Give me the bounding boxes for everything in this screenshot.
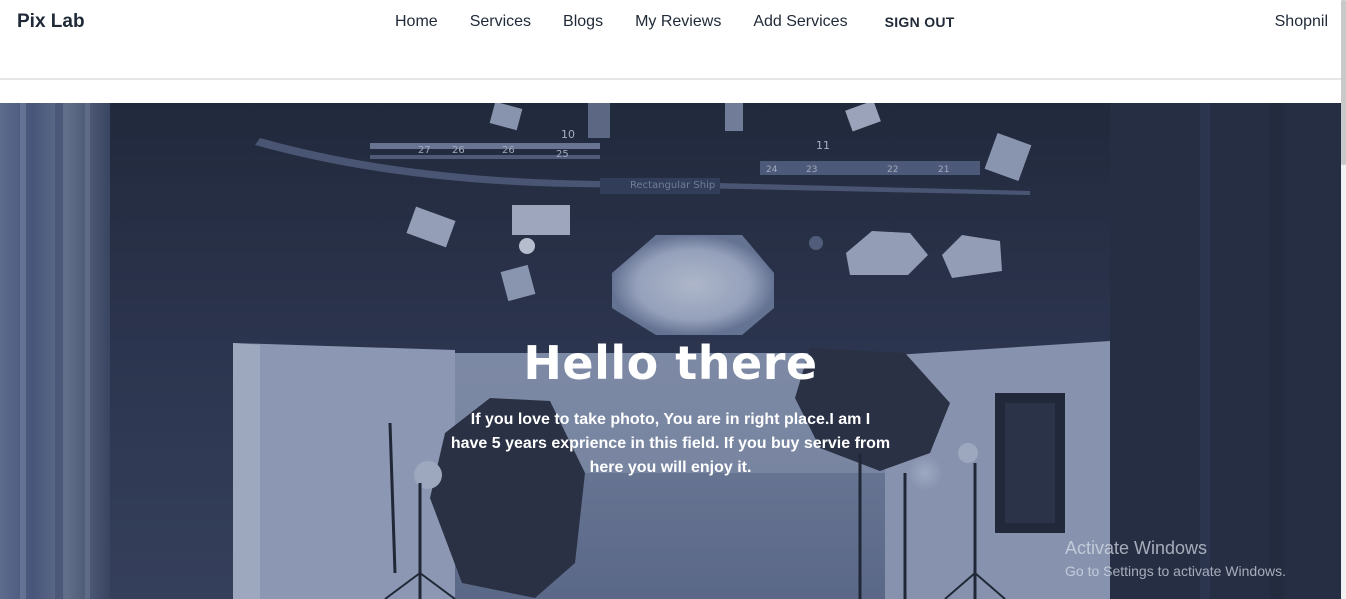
hero-banner: 27 26 26 25 10 11 24 23 22 21 Rectangula…: [0, 103, 1341, 599]
hero-description: If you love to take photo, You are in ri…: [450, 411, 891, 476]
nav-my-reviews[interactable]: My Reviews: [635, 13, 721, 31]
nav-home[interactable]: Home: [395, 13, 438, 31]
nav-blogs[interactable]: Blogs: [563, 13, 603, 31]
nav-add-services[interactable]: Add Services: [753, 13, 847, 31]
scrollbar-thumb[interactable]: [1341, 0, 1346, 165]
brand-logo[interactable]: Pix Lab: [17, 11, 85, 33]
activate-windows-watermark: Activate Windows Go to Settings to activ…: [1065, 538, 1286, 579]
hero-content: Hello there If you love to take photo, Y…: [0, 332, 1341, 480]
sign-out-button[interactable]: SIGN OUT: [885, 14, 955, 30]
user-name[interactable]: Shopnil: [1275, 13, 1328, 31]
watermark-subtitle: Go to Settings to activate Windows.: [1065, 563, 1286, 579]
hero-title: Hello there: [523, 336, 818, 390]
page-scrollbar[interactable]: [1341, 0, 1346, 599]
nav-services[interactable]: Services: [470, 13, 531, 31]
page: Pix Lab Home Services Blogs My Reviews A…: [0, 0, 1346, 599]
watermark-title: Activate Windows: [1065, 538, 1208, 558]
nav-links: Home Services Blogs My Reviews Add Servi…: [395, 13, 955, 31]
navbar: Pix Lab Home Services Blogs My Reviews A…: [0, 0, 1341, 80]
